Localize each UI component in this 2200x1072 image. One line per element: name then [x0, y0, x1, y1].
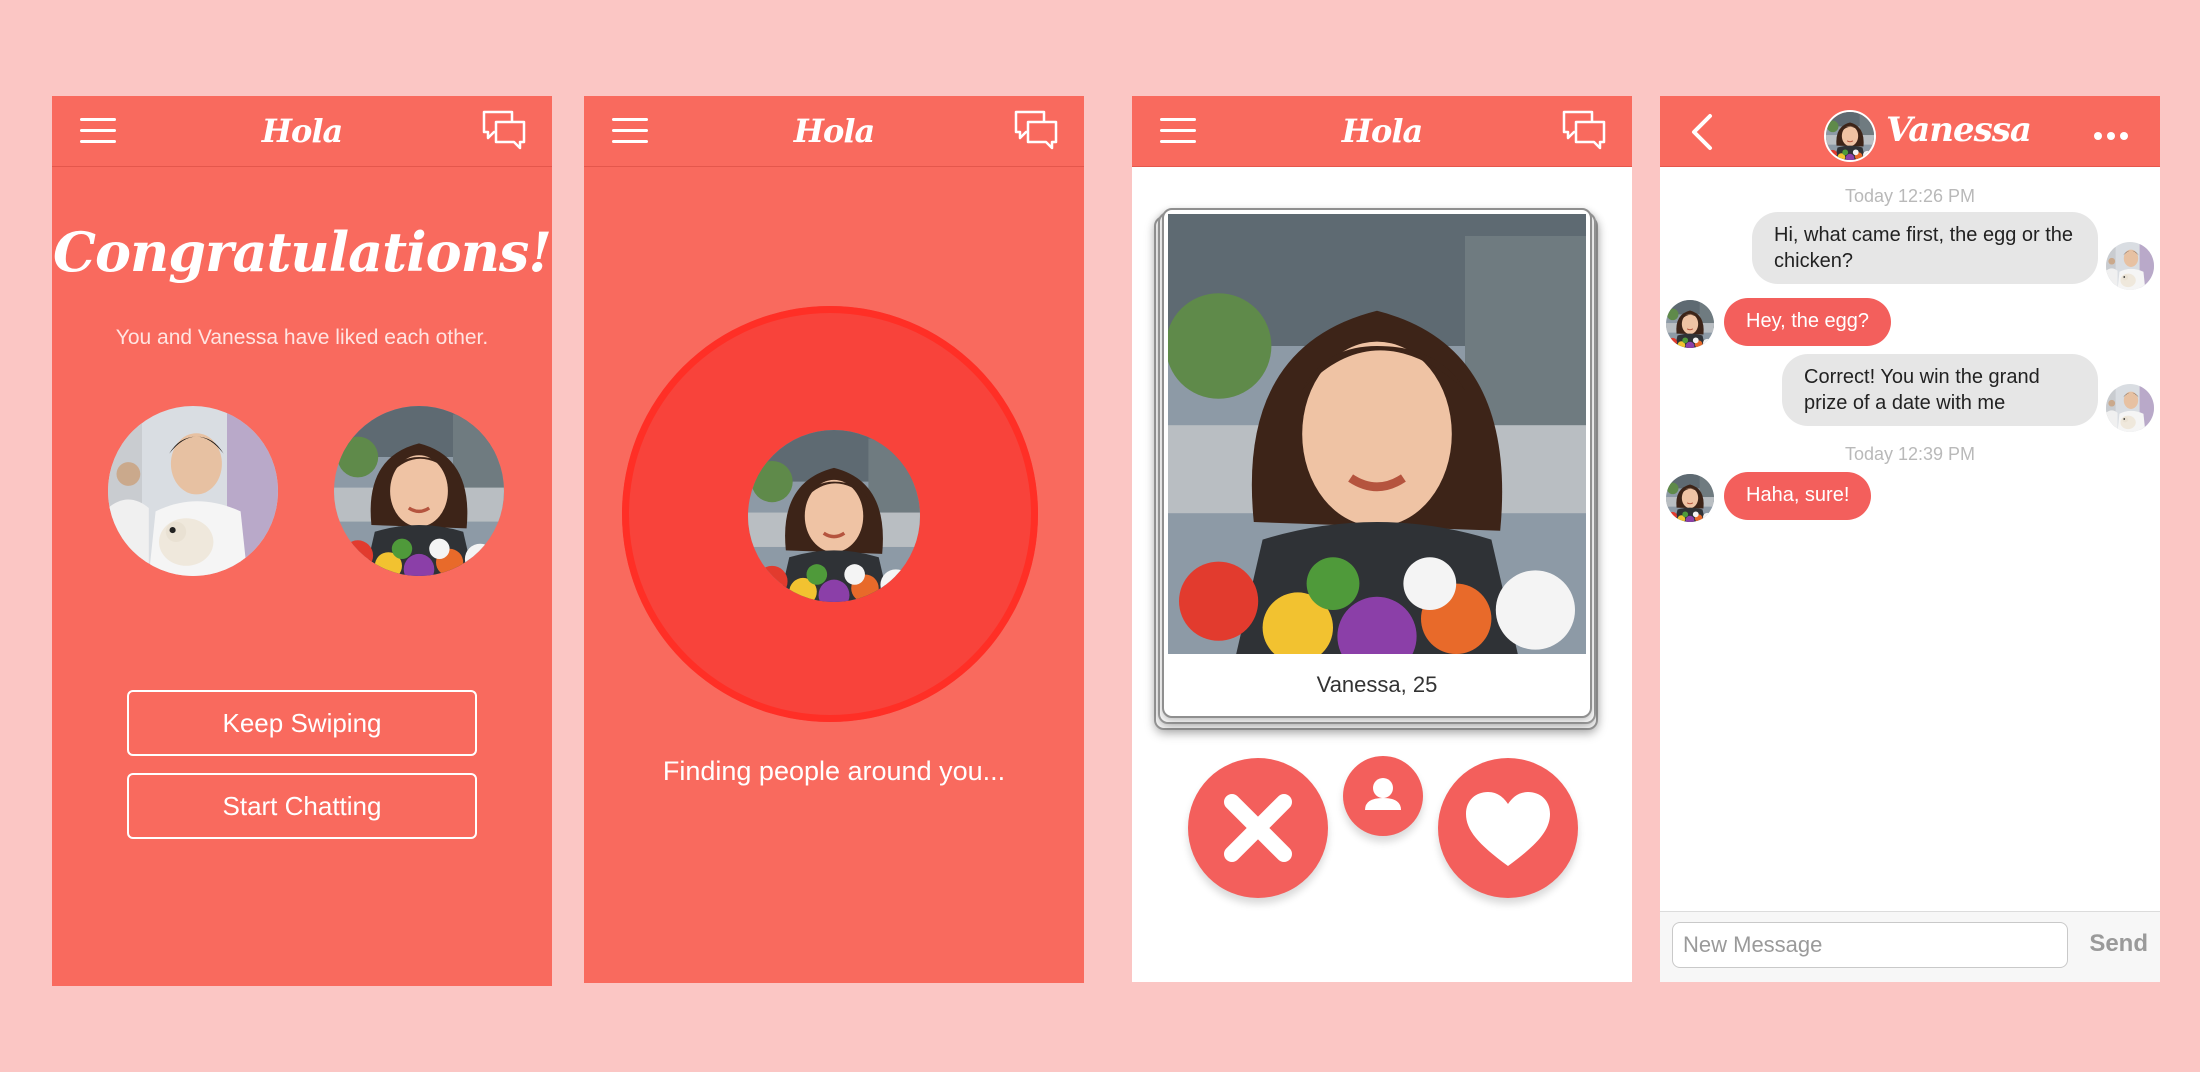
message-composer: Send — [1660, 911, 2160, 982]
app-title: Hola — [793, 112, 875, 150]
user-avatar — [108, 406, 278, 576]
search-status-text: Finding people around you... — [662, 756, 1006, 786]
top-bar: Hola — [52, 96, 552, 167]
dislike-button[interactable] — [1188, 758, 1328, 898]
top-bar: Hola — [1132, 96, 1632, 167]
back-chevron-icon[interactable] — [1688, 112, 1716, 152]
my-avatar — [2106, 384, 2154, 432]
match-title: Congratulations! — [52, 220, 552, 284]
top-bar: Vanessa — [1660, 96, 2160, 167]
profile-photo — [1168, 214, 1586, 654]
profile-caption: Vanessa, 25 — [1316, 672, 1438, 697]
match-screen: Hola Congratulations! You and Vanessa ha… — [52, 96, 552, 986]
dislike-x-icon — [1224, 794, 1292, 862]
message-timestamp: Today 12:26 PM — [1844, 186, 1976, 206]
top-bar: Hola — [584, 96, 1084, 167]
match-avatar — [334, 406, 504, 576]
profile-icon — [1365, 778, 1401, 810]
message-bubble-outgoing: Hi, what came first, the egg or the chic… — [1752, 212, 2098, 284]
message-timestamp: Today 12:39 PM — [1844, 444, 1976, 464]
app-title: Hola — [1341, 112, 1423, 150]
swipe-screen: Hola Vanessa, 25 — [1132, 96, 1632, 982]
contact-avatar[interactable] — [1824, 110, 1876, 162]
app-title: Hola — [261, 112, 343, 150]
profile-card[interactable]: Vanessa, 25 — [1162, 208, 1592, 718]
message-bubble-incoming: Haha, sure! — [1724, 472, 1872, 520]
start-chatting-button[interactable]: Start Chatting — [127, 773, 477, 839]
chat-screen: Vanessa Today 12:26 PM Hi, what came fir… — [1660, 96, 2160, 982]
contact-mini-avatar — [1666, 474, 1714, 522]
chat-bubbles-icon[interactable] — [1014, 110, 1058, 150]
contact-name: Vanessa — [1886, 110, 2032, 150]
like-button[interactable] — [1438, 758, 1578, 898]
search-screen: Hola Finding people around you... — [584, 96, 1084, 983]
contact-mini-avatar — [1666, 300, 1714, 348]
chat-bubbles-icon[interactable] — [482, 110, 526, 150]
message-bubble-incoming: Hey, the egg? — [1724, 298, 1892, 346]
match-subtitle: You and Vanessa have liked each other. — [115, 326, 489, 349]
like-heart-icon — [1466, 792, 1550, 866]
message-bubble-outgoing: Correct! You win the grand prize of a da… — [1782, 354, 2098, 426]
chat-bubbles-icon[interactable] — [1562, 110, 1606, 150]
profile-info-button[interactable] — [1343, 756, 1423, 836]
new-message-input[interactable] — [1672, 922, 2068, 968]
my-avatar — [2106, 242, 2154, 290]
more-options-icon[interactable] — [2089, 127, 2128, 145]
searching-avatar — [748, 430, 920, 602]
send-button[interactable]: Send — [2089, 930, 2148, 958]
keep-swiping-button[interactable]: Keep Swiping — [127, 690, 477, 756]
